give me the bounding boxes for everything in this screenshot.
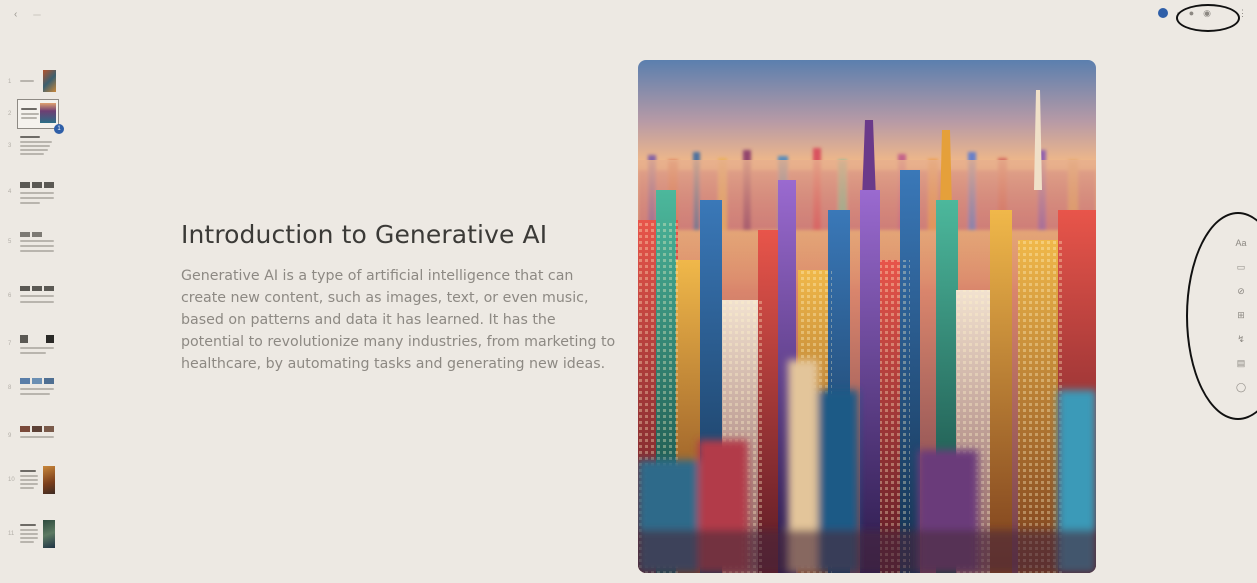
thumbnail-card[interactable] bbox=[18, 132, 58, 160]
thumbnail-number: 5 bbox=[8, 239, 12, 245]
thumbnail-number: 2 bbox=[8, 111, 12, 117]
thumbnail-slide-11[interactable]: 11 bbox=[8, 518, 68, 550]
thumbnail-number: 6 bbox=[8, 293, 12, 299]
annotation-circle-right bbox=[1186, 212, 1257, 420]
thumbnail-number: 3 bbox=[8, 143, 12, 149]
thumbnail-card[interactable] bbox=[18, 282, 58, 310]
top-bar: ‹ ◦ ● ◉ ⋮ bbox=[0, 0, 1257, 32]
thumbnail-slide-7[interactable]: 7 bbox=[8, 328, 68, 360]
chevron-left-icon[interactable]: ‹ bbox=[14, 10, 17, 20]
slide-body-text[interactable]: Generative AI is a type of artificial in… bbox=[181, 265, 621, 375]
thumbnail-number: 7 bbox=[8, 341, 12, 347]
presentation-editor: ‹ ◦ ● ◉ ⋮ 1 2 1 3 4 5 6 7 8 9 10 11 Intr… bbox=[0, 0, 1257, 583]
thumbnail-slide-1[interactable]: 1 bbox=[8, 66, 68, 98]
thumbnail-slide-3[interactable]: 3 bbox=[8, 130, 68, 162]
city-skyline-image[interactable] bbox=[638, 60, 1096, 573]
thumbnail-slide-5[interactable]: 5 bbox=[8, 226, 68, 258]
thumbnail-card[interactable] bbox=[18, 68, 58, 96]
thumbnail-slide-9[interactable]: 9 bbox=[8, 420, 68, 452]
thumbnail-slide-8[interactable]: 8 bbox=[8, 372, 68, 404]
thumbnail-number: 11 bbox=[8, 531, 15, 537]
top-bar-left: ‹ bbox=[14, 10, 42, 20]
thumbnail-card[interactable] bbox=[18, 374, 58, 402]
thumbnail-card-active[interactable]: 1 bbox=[17, 99, 64, 134]
annotation-circle-top bbox=[1176, 4, 1240, 32]
thumbnail-card[interactable] bbox=[18, 466, 58, 494]
thumbnail-slide-6[interactable]: 6 bbox=[8, 280, 68, 312]
thumbnail-number: 4 bbox=[8, 189, 12, 195]
thumbnail-number: 8 bbox=[8, 385, 12, 391]
avatar[interactable] bbox=[1157, 8, 1168, 18]
slide-title[interactable]: Introduction to Generative AI bbox=[181, 220, 601, 249]
thumbnail-number: 10 bbox=[8, 477, 15, 483]
thumbnail-card[interactable] bbox=[18, 330, 58, 358]
thumbnail-card[interactable] bbox=[18, 520, 58, 548]
slide-thumbnails: 1 2 1 3 4 5 6 7 8 9 10 11 bbox=[8, 66, 68, 566]
thumbnail-slide-2[interactable]: 2 1 bbox=[8, 98, 68, 134]
doc-title-chip[interactable] bbox=[33, 14, 42, 16]
thumbnail-number: 1 bbox=[8, 79, 12, 85]
thumbnail-number: 9 bbox=[8, 433, 12, 439]
thumbnail-card[interactable] bbox=[18, 228, 58, 256]
thumbnail-slide-10[interactable]: 10 bbox=[8, 464, 68, 496]
thumbnail-card[interactable] bbox=[18, 422, 58, 450]
thumbnail-card[interactable] bbox=[18, 178, 58, 206]
thumbnail-slide-4[interactable]: 4 bbox=[8, 176, 68, 208]
